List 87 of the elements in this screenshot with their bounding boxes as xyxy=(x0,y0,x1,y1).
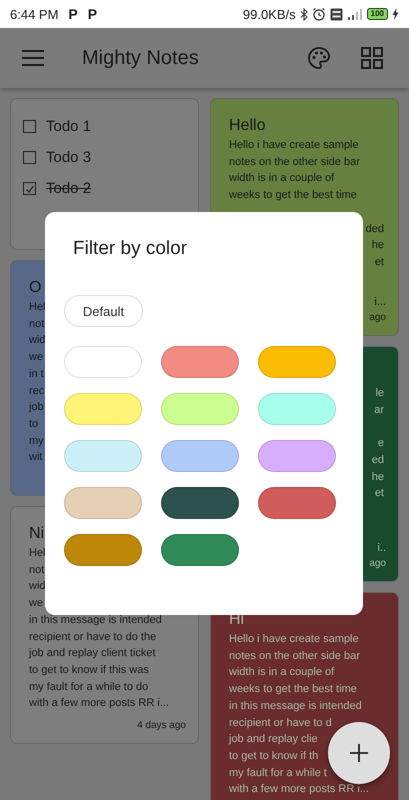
note-text: weeks to get the best time xyxy=(229,682,357,698)
color-swatch[interactable] xyxy=(161,440,239,472)
note-text: width is in a couple of xyxy=(229,665,334,680)
color-swatch[interactable] xyxy=(64,440,142,472)
note-text: e xyxy=(378,436,384,452)
note-text: to get to know if this was xyxy=(29,662,149,678)
default-option[interactable]: Default xyxy=(64,295,143,327)
notification-icon: P xyxy=(68,6,78,22)
note-title: Ni xyxy=(29,525,46,543)
plus-icon xyxy=(349,743,369,763)
note-text: et xyxy=(374,254,384,270)
note-text: he xyxy=(372,238,384,254)
note-text: 4 days ago xyxy=(137,719,186,734)
signal-icon xyxy=(346,8,363,20)
note-text: wit xyxy=(29,450,42,466)
note-text: ded xyxy=(366,222,384,236)
note-title: Hello xyxy=(229,117,266,135)
palette-icon[interactable] xyxy=(307,46,331,70)
status-time: 6:44 PM xyxy=(10,6,58,22)
note-text: ago xyxy=(369,557,386,572)
note-text: width is in a couple of xyxy=(229,171,334,186)
volte-icon xyxy=(330,8,343,20)
color-swatch[interactable] xyxy=(161,487,239,519)
note-text: job and replay client ticket xyxy=(29,646,156,662)
note-text: ago xyxy=(369,311,386,326)
checkbox[interactable] xyxy=(23,151,36,164)
color-swatch[interactable] xyxy=(64,534,142,566)
grid-view-icon[interactable] xyxy=(361,47,383,69)
note-text: notes on the other side bar xyxy=(229,154,360,170)
checkbox[interactable] xyxy=(23,120,36,133)
menu-icon[interactable] xyxy=(22,50,44,66)
note-text: in this message is intended xyxy=(29,612,162,628)
charging-icon xyxy=(392,8,399,20)
note-text: wid xyxy=(29,579,46,594)
color-swatch[interactable] xyxy=(258,393,336,425)
note-text: my fault for a while t xyxy=(229,766,327,781)
color-swatch[interactable] xyxy=(64,393,142,425)
note-text: i.. xyxy=(377,540,386,556)
battery-indicator: 100 xyxy=(366,8,388,20)
note-text: not xyxy=(29,562,44,578)
note-text: in this message is intended xyxy=(229,698,362,714)
note-text: to xyxy=(29,416,38,432)
note-text: et xyxy=(374,486,384,502)
color-swatch[interactable] xyxy=(161,346,239,378)
bluetooth-icon xyxy=(300,8,308,20)
note-text: he xyxy=(372,470,384,484)
note-text: le xyxy=(375,386,384,401)
note-text: rec xyxy=(29,384,44,399)
note-text: ar xyxy=(374,402,384,418)
note-text: job and replay clie xyxy=(229,732,318,748)
color-swatch[interactable] xyxy=(64,487,142,519)
note-text: i... xyxy=(374,294,386,310)
notification-icon: P xyxy=(88,6,98,22)
note-text: recipient or have to d xyxy=(229,716,332,731)
note-text: notes on the other side bar xyxy=(229,648,360,664)
color-swatch[interactable] xyxy=(258,346,336,378)
checkbox[interactable] xyxy=(23,182,36,195)
alarm-icon xyxy=(312,7,326,21)
note-text: not xyxy=(29,316,44,332)
todo-label: Todo 1 xyxy=(46,118,92,135)
note-text: my xyxy=(29,434,44,449)
note-text: job xyxy=(29,400,44,416)
color-swatch[interactable] xyxy=(258,440,336,472)
note-text: we xyxy=(29,350,44,366)
note-title: O xyxy=(29,279,42,297)
note-text: with a few more posts RR i... xyxy=(29,696,169,712)
note-text: ed xyxy=(372,452,384,468)
note-text: wid xyxy=(29,333,46,348)
note-text: my fault for a while to do xyxy=(29,680,148,695)
app-title: Mighty Notes xyxy=(82,46,200,70)
note-text: weeks to get the best time xyxy=(229,188,357,204)
color-swatch[interactable] xyxy=(258,487,336,519)
color-swatch[interactable] xyxy=(64,346,142,378)
note-text: we xyxy=(29,596,44,612)
network-speed: 99.0KB/s xyxy=(242,6,296,22)
todo-label: Todo 3 xyxy=(46,149,92,166)
note-text: to get to know if th xyxy=(229,748,318,764)
color-swatch[interactable] xyxy=(161,534,239,566)
note-text: in t xyxy=(29,366,44,382)
todo-label: Todo 2 xyxy=(46,180,92,197)
note-text: Hel xyxy=(29,300,46,315)
note-text: recipient or have to do the xyxy=(29,630,156,645)
note-text: with a few more posts RR i... xyxy=(229,782,369,798)
note-text: Hello i have create sample xyxy=(229,138,359,153)
note-text: Hello i have create sample xyxy=(229,632,359,647)
color-swatch[interactable] xyxy=(161,393,239,425)
note-text: Hel xyxy=(29,546,46,561)
